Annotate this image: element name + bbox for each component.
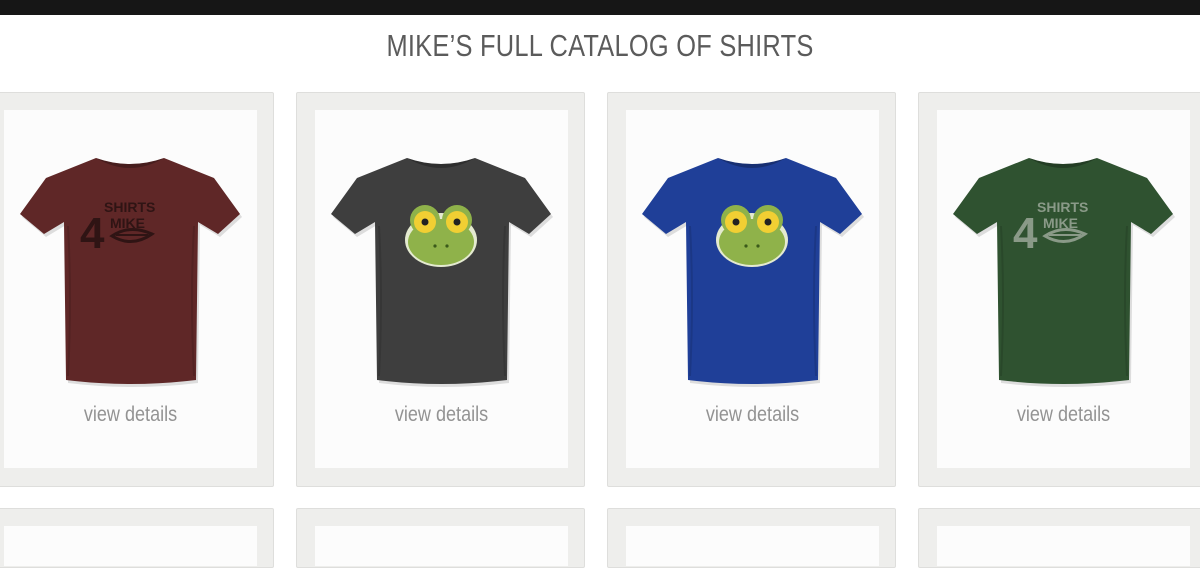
shirt-body xyxy=(331,158,551,384)
logo-text-shirts: SHIRTS xyxy=(1037,199,1088,215)
shirt-body xyxy=(953,158,1173,384)
product-card-inner xyxy=(4,526,257,566)
product-card[interactable]: SHIRTS 4 MIKE view details xyxy=(0,92,274,487)
frog-face-graphic xyxy=(716,205,788,267)
product-card-inner xyxy=(626,526,879,566)
product-card[interactable]: view details xyxy=(607,92,896,487)
shirt-image[interactable] xyxy=(319,148,564,396)
frog-nostril xyxy=(445,244,449,248)
shirt-image[interactable]: SHIRTS4 MIKE xyxy=(8,148,253,396)
product-card-inner: SHIRTS 4 MIKE view details xyxy=(4,110,257,468)
view-details-link[interactable]: view details xyxy=(22,403,240,427)
product-card[interactable] xyxy=(296,508,585,568)
frog-pupil xyxy=(421,218,429,226)
shirt-image[interactable] xyxy=(630,148,875,396)
logo-numeral: 4 xyxy=(1013,209,1038,258)
product-card-inner: SHIRTS 4 MIKE view details xyxy=(937,110,1190,468)
frog-face-graphic xyxy=(405,205,477,267)
product-card-inner xyxy=(315,526,568,566)
shirt-body xyxy=(20,158,240,384)
frog-nostril xyxy=(756,244,760,248)
frog-pupil xyxy=(453,218,461,226)
product-card[interactable] xyxy=(0,508,274,568)
logo-text-shirts: SHIRTS xyxy=(104,199,155,215)
page-title: MIKE’S FULL CATALOG OF SHIRTS xyxy=(386,28,814,63)
product-card[interactable]: SHIRTS 4 MIKE view details xyxy=(918,92,1200,487)
shirt-image[interactable]: SHIRTS4 MIKE xyxy=(941,148,1186,396)
product-card-inner: view details xyxy=(315,110,568,468)
shirt-body xyxy=(642,158,862,384)
view-details-link[interactable]: view details xyxy=(955,403,1173,427)
view-details-link[interactable]: view details xyxy=(644,403,862,427)
frog-nostril xyxy=(433,244,437,248)
product-card[interactable] xyxy=(607,508,896,568)
frog-pupil xyxy=(764,218,772,226)
product-card-inner: view details xyxy=(626,110,879,468)
product-card[interactable] xyxy=(918,508,1200,568)
frog-pupil xyxy=(732,218,740,226)
logo-numeral: 4 xyxy=(80,209,105,258)
top-bar xyxy=(0,0,1200,15)
product-card-inner xyxy=(937,526,1190,566)
product-card[interactable]: view details xyxy=(296,92,585,487)
view-details-link[interactable]: view details xyxy=(333,403,551,427)
frog-nostril xyxy=(744,244,748,248)
